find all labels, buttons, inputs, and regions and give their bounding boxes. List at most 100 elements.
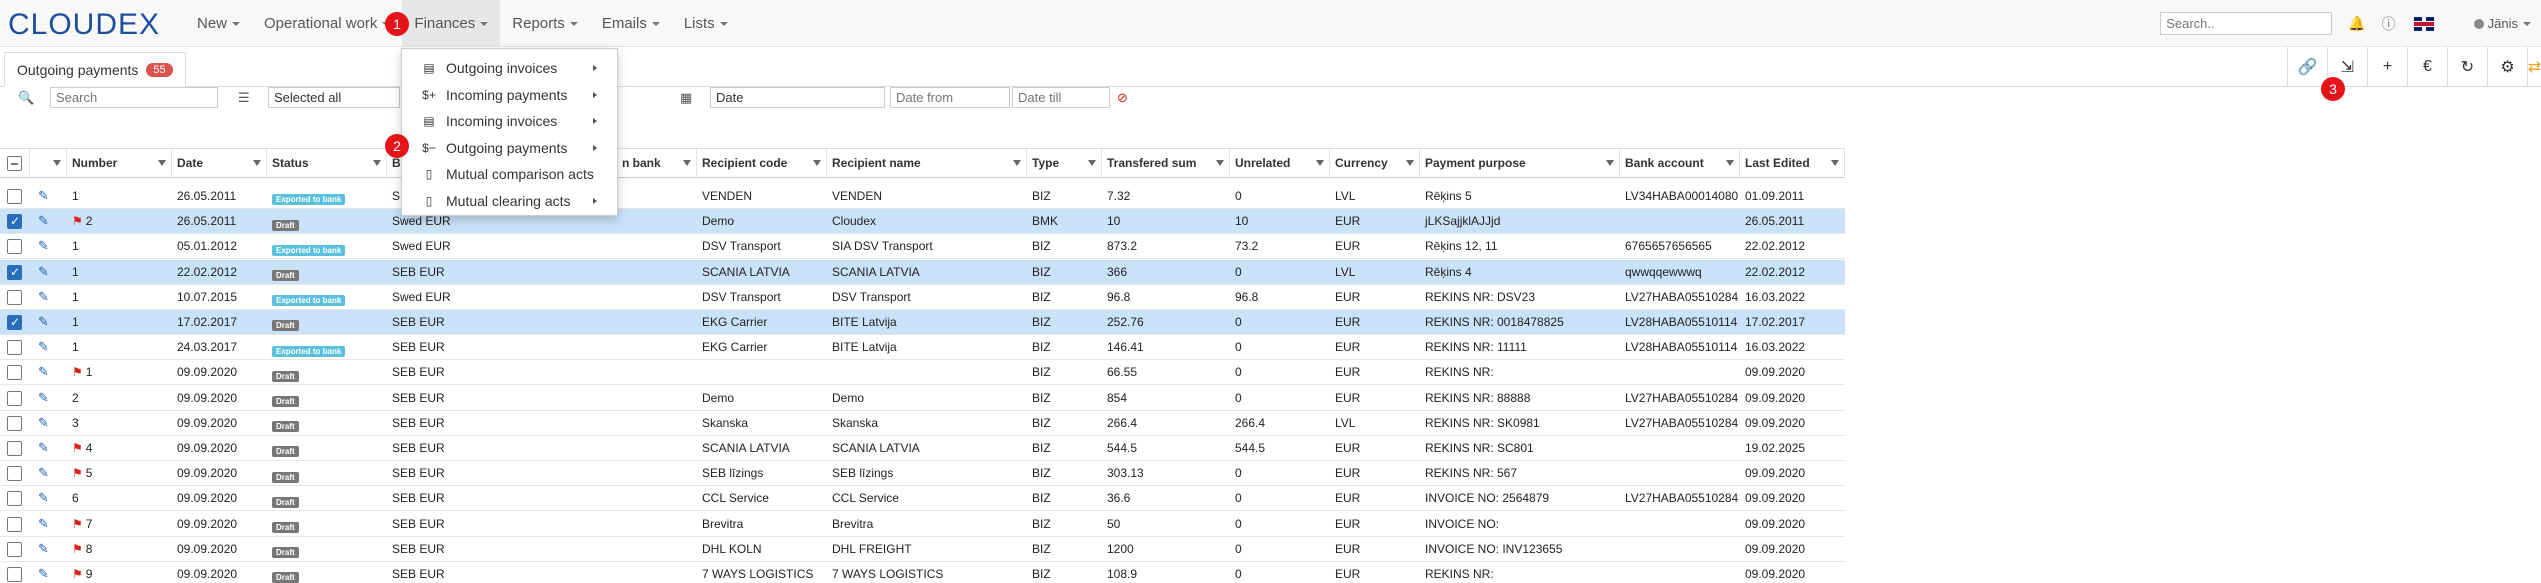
row-checkbox[interactable] xyxy=(7,541,22,557)
cell-text: LV27HABA05510284 xyxy=(1625,491,1739,506)
pencil-icon[interactable]: ✎ xyxy=(38,188,49,204)
nav-reports[interactable]: Reports xyxy=(500,0,590,47)
filter-search-input[interactable] xyxy=(50,87,218,108)
row-checkbox[interactable] xyxy=(7,466,22,482)
tab-outgoing-payments[interactable]: Outgoing payments 55 xyxy=(4,52,186,87)
col-date[interactable]: Date xyxy=(172,149,267,178)
pencil-icon[interactable]: ✎ xyxy=(38,339,49,355)
user-menu[interactable]: Jānis xyxy=(2473,16,2531,31)
row-checkbox[interactable] xyxy=(7,189,22,204)
table-row[interactable]: ✎ ⚑ 9 09.09.2020 Draft SEB EUR 7 WAYS LOGISTIC… xyxy=(0,562,1845,583)
col-transfered-sum[interactable]: Transfered sum xyxy=(1102,149,1230,178)
table-row[interactable]: ✎ ⚑ 1 09.09.2020 Draft SEB EUR BIZ 66.55 0 EUR REK… xyxy=(0,360,1845,386)
refresh-button[interactable]: ↻ xyxy=(2447,47,2487,87)
row-checkbox[interactable] xyxy=(7,365,22,381)
nav-finances[interactable]: Finances xyxy=(402,0,501,47)
table-row[interactable]: ✎ ⚑ 4 09.09.2020 Draft SEB EUR SCANIA LATVIA SC… xyxy=(0,436,1845,461)
table-row[interactable]: ✎ 6 09.09.2020 Draft SEB EUR CCL Service CCL S… xyxy=(0,486,1845,512)
clear-filter-icon[interactable]: ⊘ xyxy=(1117,90,1128,106)
row-checkbox[interactable] xyxy=(7,491,22,507)
date-field-select[interactable]: Date xyxy=(710,87,885,108)
cell-date: 09.09.2020 xyxy=(172,411,267,435)
table-row[interactable]: ✎ ⚑ 5 09.09.2020 Draft SEB EUR SEB līzings SEB … xyxy=(0,461,1845,487)
nav-operational-work[interactable]: Operational work xyxy=(252,0,402,47)
row-checkbox[interactable] xyxy=(7,567,22,582)
menu-outgoing-payments[interactable]: $− Outgoing payments xyxy=(402,135,617,162)
nav-new[interactable]: New xyxy=(185,0,252,47)
table-row[interactable]: ✎ 1 24.03.2017 Exported to bank SEB EUR EKG C… xyxy=(0,335,1845,361)
select-all-checkbox[interactable] xyxy=(7,156,22,171)
menu-incoming-invoices[interactable]: ▤ Incoming invoices xyxy=(402,108,617,135)
col-type[interactable]: Type xyxy=(1027,149,1102,178)
pencil-icon[interactable]: ✎ xyxy=(38,516,49,532)
pencil-icon[interactable]: ✎ xyxy=(38,289,49,305)
info-icon[interactable]: ⓘ xyxy=(2382,14,2396,34)
table-row[interactable]: ✎ 1 17.02.2017 Draft SEB EUR EKG Carrier BITE … xyxy=(0,310,1845,335)
pencil-icon[interactable]: ✎ xyxy=(38,238,49,254)
pencil-icon[interactable]: ✎ xyxy=(38,490,49,506)
col-bank-account[interactable]: Bank account xyxy=(1620,149,1740,178)
row-checkbox[interactable] xyxy=(7,214,22,230)
table-row[interactable]: ✎ ⚑ 7 09.09.2020 Draft SEB EUR Brevitra Brevitr… xyxy=(0,511,1845,537)
table-row[interactable]: ✎ 1 22.02.2012 Draft SEB EUR SCANIA LATVIA SCA… xyxy=(0,259,1845,285)
table-row[interactable]: ✎ 2 09.09.2020 Draft SEB EUR Demo Demo BIZ 854 0 E… xyxy=(0,385,1845,411)
row-checkbox[interactable] xyxy=(7,390,22,406)
col-origin-bank[interactable]: n bank xyxy=(617,149,697,178)
table-row[interactable]: ✎ 1 26.05.2011 Exported to bank S VENDEN VENDE… xyxy=(0,184,1845,209)
global-search-input[interactable] xyxy=(2160,12,2333,35)
bell-icon[interactable]: 🔔 xyxy=(2348,15,2365,32)
row-checkbox[interactable] xyxy=(7,315,22,330)
menu-mutual-clearing-acts[interactable]: ▯ Mutual clearing acts xyxy=(402,188,617,215)
col-status[interactable]: Status xyxy=(267,149,387,178)
pencil-icon[interactable]: ✎ xyxy=(38,390,49,406)
pencil-icon[interactable]: ✎ xyxy=(38,364,49,380)
selection-select[interactable]: Selected all xyxy=(268,87,400,108)
col-recipient-name[interactable]: Recipient name xyxy=(827,149,1027,178)
pencil-icon[interactable]: ✎ xyxy=(38,566,49,582)
col-recipient-code[interactable]: Recipient code xyxy=(697,149,827,178)
table-row[interactable]: ✎ 3 09.09.2020 Draft SEB EUR Skanska Skanska BI… xyxy=(0,410,1845,436)
row-checkbox[interactable] xyxy=(7,415,22,431)
row-checkbox[interactable] xyxy=(7,441,22,456)
pencil-icon[interactable]: ✎ xyxy=(38,264,49,280)
swap-button[interactable]: ⇄ xyxy=(2527,47,2541,87)
pay-button[interactable]: € xyxy=(2407,47,2447,87)
row-checkbox[interactable] xyxy=(7,289,22,305)
col-payment-purpose[interactable]: Payment purpose xyxy=(1420,149,1620,178)
row-checkbox[interactable] xyxy=(7,340,22,356)
link-button[interactable]: 🔗 xyxy=(2287,47,2327,87)
pencil-icon[interactable]: ✎ xyxy=(38,541,49,557)
menu-outgoing-invoices[interactable]: ▤ Outgoing invoices xyxy=(402,55,617,82)
col-unrelated[interactable]: Unrelated xyxy=(1230,149,1330,178)
add-button[interactable]: + xyxy=(2367,47,2407,87)
date-till-input[interactable] xyxy=(1012,87,1110,108)
table-row[interactable]: ✎ ⚑ 8 09.09.2020 Draft SEB EUR DHL KOLN DHL FRE… xyxy=(0,536,1845,562)
cell-text: Rēķins 12, 11 xyxy=(1425,239,1498,254)
pencil-icon[interactable]: ✎ xyxy=(38,314,49,330)
pencil-icon[interactable]: ✎ xyxy=(38,213,49,229)
col-number[interactable]: Number xyxy=(67,149,172,178)
table-row[interactable]: ✎ ⚑2 26.05.2011 Draft Swed EUR Demo Cloudex BMK… xyxy=(0,209,1845,235)
nav-lists[interactable]: Lists xyxy=(672,0,740,47)
cell-cur: EUR xyxy=(1330,335,1420,359)
menu-incoming-payments[interactable]: $+ Incoming payments xyxy=(402,82,617,109)
row-checkbox[interactable] xyxy=(7,239,22,255)
nav-emails[interactable]: Emails xyxy=(590,0,672,47)
date-from-input[interactable] xyxy=(890,87,1010,108)
settings-button[interactable]: ⚙ xyxy=(2487,47,2527,87)
row-checkbox[interactable] xyxy=(7,264,22,280)
col-currency[interactable]: Currency xyxy=(1330,149,1420,178)
table-row[interactable]: ✎ 1 05.01.2012 Exported to bank Swed EUR DSV … xyxy=(0,234,1845,260)
uk-flag-icon[interactable] xyxy=(2413,16,2434,31)
cell-text: 22.02.2012 xyxy=(177,264,238,279)
cell-purpose: Rēķins 12, 11 xyxy=(1420,234,1620,258)
pencil-icon[interactable]: ✎ xyxy=(38,465,49,481)
pencil-icon[interactable]: ✎ xyxy=(38,440,49,456)
col-last-edited[interactable]: Last Edited xyxy=(1740,149,1845,178)
pencil-icon[interactable]: ✎ xyxy=(38,415,49,431)
menu-mutual-comparison-acts[interactable]: ▯ Mutual comparison acts xyxy=(402,161,617,188)
edit-col-header[interactable] xyxy=(30,149,67,178)
row-checkbox[interactable] xyxy=(7,516,22,532)
table-row[interactable]: ✎ 1 10.07.2015 Exported to bank Swed EUR DSV … xyxy=(0,284,1845,310)
app-logo[interactable]: CLOUDEX xyxy=(8,8,160,42)
